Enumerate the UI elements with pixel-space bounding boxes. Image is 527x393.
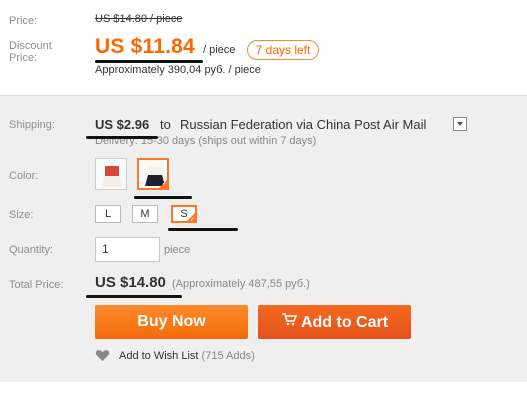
add-to-cart-button[interactable]: Add to Cart [258, 305, 411, 339]
shipping-destination[interactable]: Russian Federation via China Post Air Ma… [180, 117, 426, 132]
shipping-to: to [160, 117, 171, 132]
color-label: Color: [9, 170, 39, 182]
size-option-s[interactable]: S [171, 205, 197, 227]
wishlist-label: Add to Wish List [119, 350, 199, 362]
checkmark-icon [186, 212, 196, 227]
size-option-l[interactable]: L [95, 205, 121, 223]
pen-underline [86, 136, 158, 139]
wishlist-count: (715 Adds) [201, 350, 255, 362]
color-swatch-red[interactable] [95, 158, 127, 190]
shipping-price: US $2.96 [95, 117, 150, 132]
pen-underline [95, 60, 203, 63]
shipping-label: Shipping: [9, 119, 55, 131]
size-label: Size: [9, 209, 34, 221]
add-to-wishlist-link[interactable]: Add to Wish List (715 Adds) [119, 350, 255, 362]
original-price: US $14.80 / piece [95, 13, 183, 25]
pen-underline [134, 196, 192, 199]
pen-underline [168, 228, 238, 231]
approx-price: Approximately 390,04 руб. / piece [95, 64, 261, 76]
dropdown-icon[interactable] [453, 117, 467, 131]
price-section: Price: US $14.80 / piece Discount Price:… [0, 0, 527, 95]
total-price-label: Total Price: [9, 279, 64, 291]
size-option-m[interactable]: M [132, 205, 158, 223]
cart-icon [281, 305, 298, 339]
discount-label-line2: Price: [9, 52, 38, 64]
quantity-input[interactable]: 1 [95, 237, 160, 262]
quantity-unit: piece [164, 244, 191, 256]
checkmark-icon [158, 179, 167, 188]
add-to-cart-label: Add to Cart [300, 314, 389, 331]
quantity-label: Quantity: [9, 244, 54, 256]
color-swatch-black[interactable] [137, 158, 169, 190]
dress-red-image [96, 159, 126, 189]
days-left-badge: 7 days left [247, 40, 319, 60]
pen-underline [86, 295, 182, 298]
heart-icon[interactable] [95, 349, 110, 362]
discount-price: US $11.84 [95, 35, 195, 58]
total-price: US $14.80 [95, 274, 166, 291]
discount-label-line1: Discount [9, 40, 52, 52]
buy-now-button[interactable]: Buy Now [95, 305, 248, 339]
total-approx: (Approximately 487,55 руб.) [172, 278, 310, 290]
price-label: Price: [9, 15, 38, 27]
per-piece-unit: / piece [203, 44, 236, 56]
